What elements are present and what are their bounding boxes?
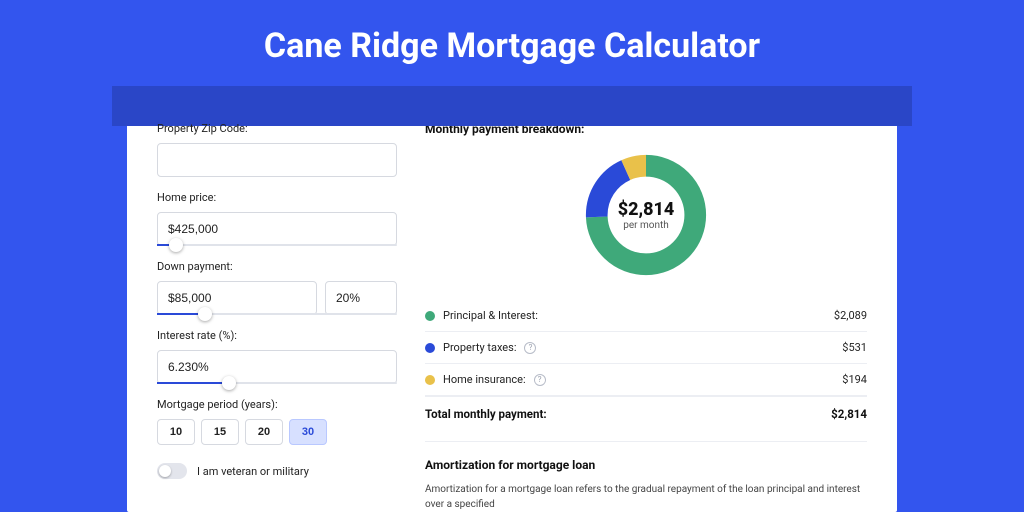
field-down-payment: Down payment: xyxy=(157,260,397,315)
legend-value-taxes: $531 xyxy=(842,341,867,354)
donut-wrap: $2,814 per month xyxy=(425,150,867,280)
form-panel: Property Zip Code: Home price: Down paym… xyxy=(157,122,397,512)
breakdown-panel: Monthly payment breakdown: $2,814 per mo… xyxy=(425,122,867,512)
down-payment-label: Down payment: xyxy=(157,260,397,273)
down-payment-pct-input[interactable] xyxy=(325,281,397,315)
veteran-row: I am veteran or military xyxy=(157,463,397,479)
legend-total-row: Total monthly payment: $2,814 xyxy=(425,396,867,435)
amortization-text: Amortization for a mortgage loan refers … xyxy=(425,482,867,512)
field-zip: Property Zip Code: xyxy=(157,122,397,177)
field-interest-rate: Interest rate (%): xyxy=(157,329,397,384)
legend: Principal & Interest: $2,089 Property ta… xyxy=(425,300,867,435)
info-icon[interactable]: ? xyxy=(534,374,546,386)
calculator-card: Property Zip Code: Home price: Down paym… xyxy=(127,96,897,512)
interest-rate-slider[interactable] xyxy=(157,382,397,384)
veteran-label: I am veteran or military xyxy=(197,465,309,478)
interest-rate-input[interactable] xyxy=(157,350,397,384)
info-icon[interactable]: ? xyxy=(524,342,536,354)
zip-input[interactable] xyxy=(157,143,397,177)
home-price-slider-thumb[interactable] xyxy=(169,238,183,252)
legend-label-insurance: Home insurance: xyxy=(443,373,526,386)
period-option-15[interactable]: 15 xyxy=(201,419,239,445)
legend-value-principal: $2,089 xyxy=(834,309,867,322)
donut-sublabel: per month xyxy=(623,220,669,231)
interest-rate-slider-thumb[interactable] xyxy=(222,376,236,390)
legend-total-value: $2,814 xyxy=(831,407,867,421)
veteran-toggle-knob xyxy=(159,465,171,477)
banner-strip xyxy=(112,86,912,126)
home-price-label: Home price: xyxy=(157,191,397,204)
donut-chart: $2,814 per month xyxy=(581,150,711,280)
field-home-price: Home price: xyxy=(157,191,397,246)
legend-row-taxes: Property taxes: ? $531 xyxy=(425,332,867,364)
period-option-10[interactable]: 10 xyxy=(157,419,195,445)
zip-label: Property Zip Code: xyxy=(157,122,397,135)
legend-row-principal: Principal & Interest: $2,089 xyxy=(425,300,867,332)
dot-green-icon xyxy=(425,311,435,321)
legend-label-taxes: Property taxes: xyxy=(443,341,516,354)
home-price-input[interactable] xyxy=(157,212,397,246)
legend-total-label: Total monthly payment: xyxy=(425,407,547,421)
down-payment-input[interactable] xyxy=(157,281,317,315)
home-price-slider[interactable] xyxy=(157,244,397,246)
amortization-title: Amortization for mortgage loan xyxy=(425,458,867,472)
period-option-30[interactable]: 30 xyxy=(289,419,327,445)
interest-rate-label: Interest rate (%): xyxy=(157,329,397,342)
dot-blue-icon xyxy=(425,343,435,353)
period-option-20[interactable]: 20 xyxy=(245,419,283,445)
donut-amount: $2,814 xyxy=(618,199,675,220)
down-payment-slider-thumb[interactable] xyxy=(198,307,212,321)
legend-value-insurance: $194 xyxy=(842,373,867,386)
page-title: Cane Ridge Mortgage Calculator xyxy=(0,0,1024,86)
period-button-row: 10 15 20 30 xyxy=(157,419,397,445)
legend-row-insurance: Home insurance: ? $194 xyxy=(425,364,867,396)
field-mortgage-period: Mortgage period (years): 10 15 20 30 xyxy=(157,398,397,445)
interest-rate-slider-fill xyxy=(157,382,229,384)
legend-label-principal: Principal & Interest: xyxy=(443,309,538,322)
down-payment-slider[interactable] xyxy=(157,313,397,315)
mortgage-period-label: Mortgage period (years): xyxy=(157,398,397,411)
veteran-toggle[interactable] xyxy=(157,463,187,479)
divider xyxy=(425,441,867,442)
dot-yellow-icon xyxy=(425,375,435,385)
